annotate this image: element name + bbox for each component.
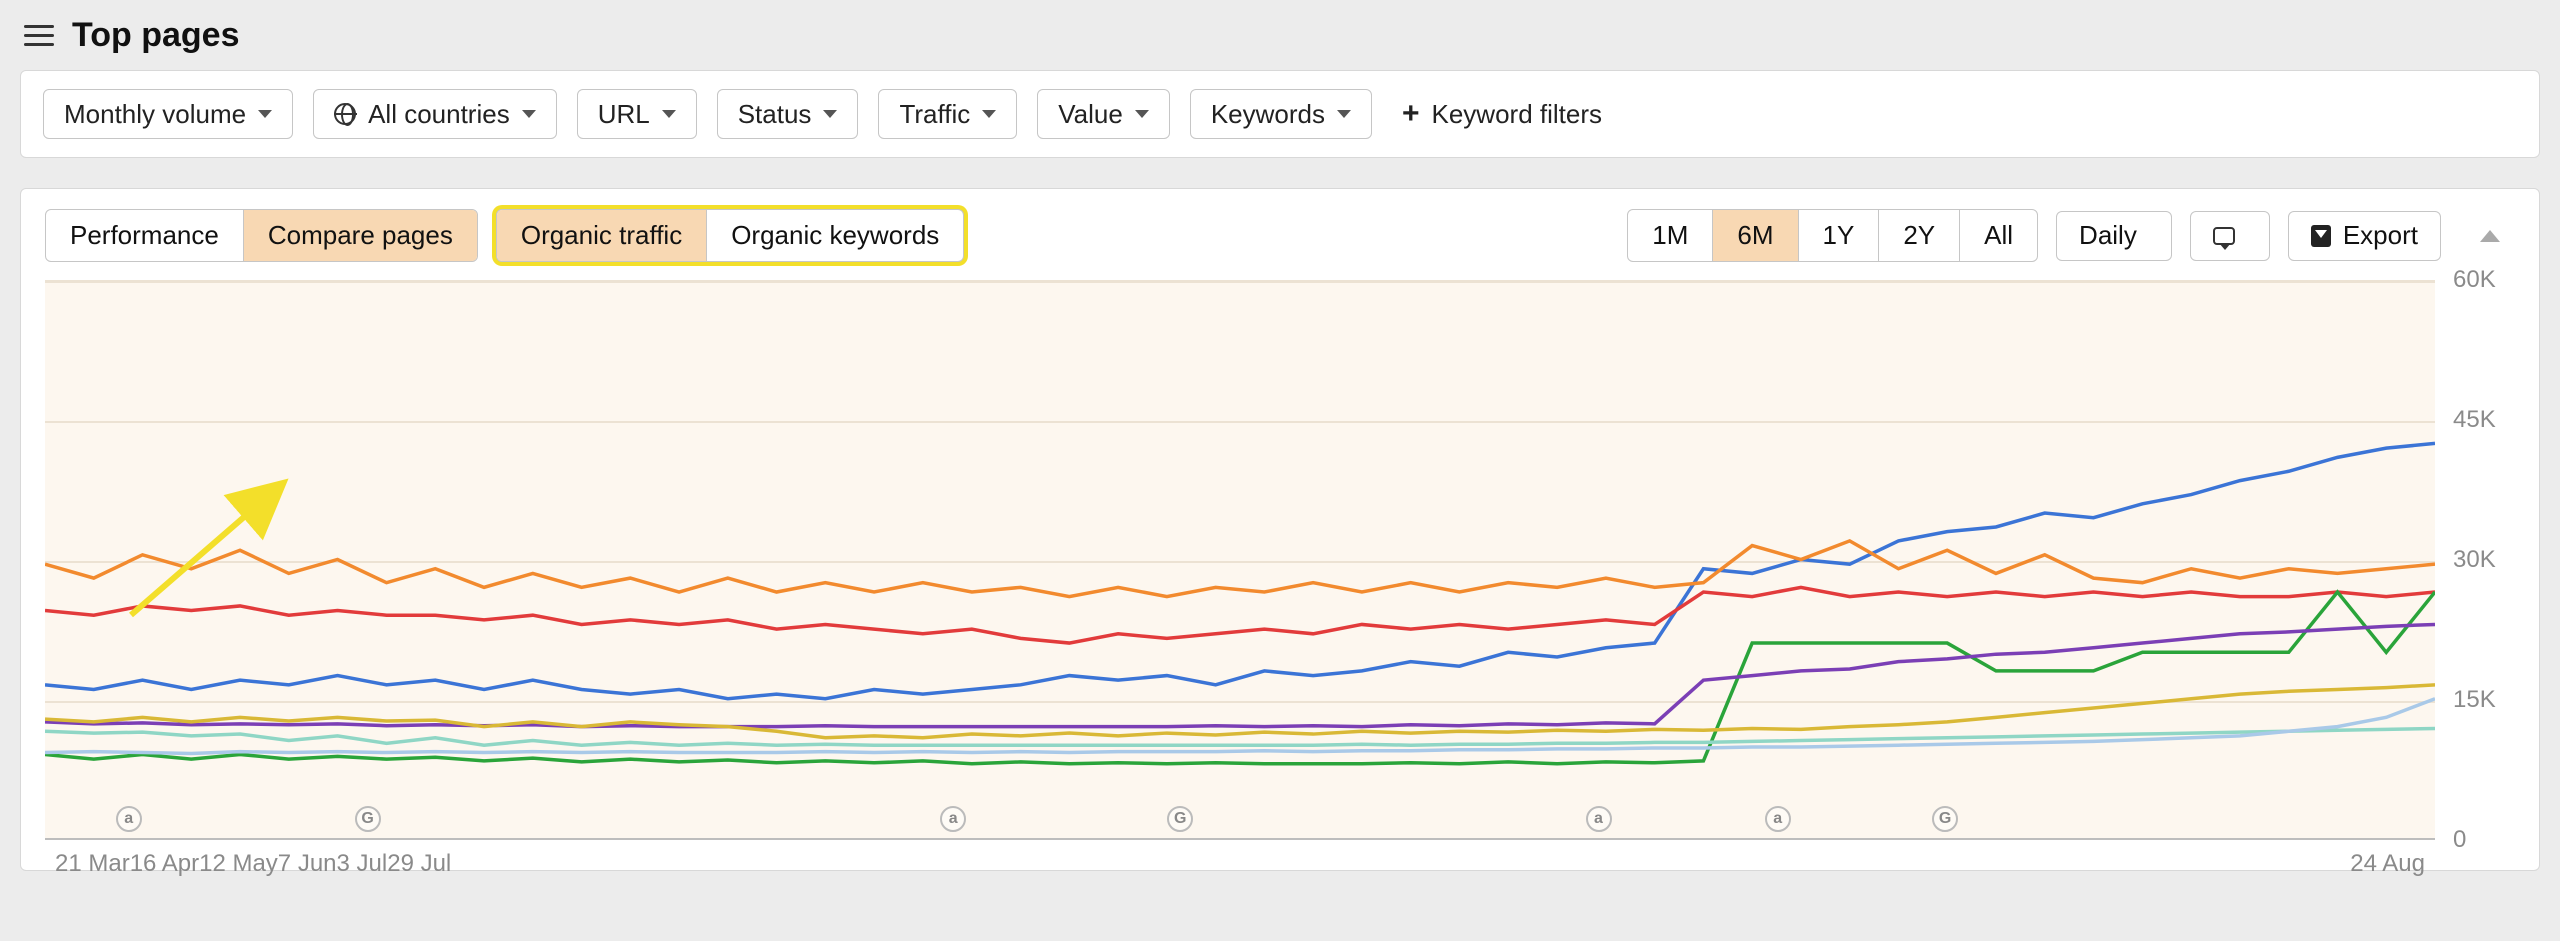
x-tick-label: 24 Aug	[2350, 850, 2425, 878]
country-dropdown[interactable]: All countries	[313, 89, 557, 139]
add-keyword-filters-button[interactable]: + Keyword filters	[1402, 99, 1602, 130]
traffic-dropdown[interactable]: Traffic	[878, 89, 1017, 139]
range-all-label: All	[1984, 220, 2013, 251]
range-6m-label: 6M	[1737, 220, 1773, 251]
ahrefs-update-marker[interactable]: a	[940, 806, 966, 832]
export-button[interactable]: Export	[2288, 211, 2441, 261]
url-dropdown[interactable]: URL	[577, 89, 697, 139]
country-label: All countries	[368, 99, 510, 130]
export-label: Export	[2343, 220, 2418, 251]
x-tick-label: 3 Jul	[337, 850, 388, 878]
chevron-down-icon	[522, 110, 536, 118]
monthly-volume-dropdown[interactable]: Monthly volume	[43, 89, 293, 139]
google-update-marker[interactable]: G	[1167, 806, 1193, 832]
keywords-label: Keywords	[1211, 99, 1325, 130]
url-label: URL	[598, 99, 650, 130]
chevron-down-icon	[823, 110, 837, 118]
chart-line	[45, 587, 2435, 643]
ahrefs-update-marker[interactable]: a	[1586, 806, 1612, 832]
y-tick-label: 30K	[2453, 546, 2496, 574]
traffic-label: Traffic	[899, 99, 970, 130]
granularity-dropdown[interactable]: Daily	[2056, 211, 2172, 261]
x-tick-label: 16 Apr	[130, 850, 199, 878]
plus-icon: +	[1402, 99, 1420, 129]
menu-icon[interactable]	[24, 20, 54, 50]
collapse-chart-button[interactable]	[2465, 211, 2515, 261]
notes-dropdown[interactable]	[2190, 211, 2270, 261]
keywords-dropdown[interactable]: Keywords	[1190, 89, 1372, 139]
google-update-marker[interactable]: G	[1932, 806, 1958, 832]
y-tick-label: 60K	[2453, 266, 2496, 294]
range-2y[interactable]: 2Y	[1879, 210, 1960, 261]
status-dropdown[interactable]: Status	[717, 89, 859, 139]
filters-bar: Monthly volume All countries URL Status …	[20, 70, 2540, 158]
y-tick-label: 0	[2453, 826, 2466, 854]
chart-line	[45, 685, 2435, 738]
y-tick-label: 15K	[2453, 686, 2496, 714]
chevron-down-icon	[1337, 110, 1351, 118]
y-tick-label: 45K	[2453, 406, 2496, 434]
chat-icon	[2213, 227, 2235, 245]
tab-compare-pages[interactable]: Compare pages	[244, 210, 477, 261]
chevron-down-icon	[1135, 110, 1149, 118]
chevron-up-icon	[2480, 230, 2500, 242]
tab-organic-keywords[interactable]: Organic keywords	[707, 210, 963, 261]
range-all[interactable]: All	[1960, 210, 2037, 261]
range-6m[interactable]: 6M	[1713, 210, 1798, 261]
value-dropdown[interactable]: Value	[1037, 89, 1170, 139]
monthly-volume-label: Monthly volume	[64, 99, 246, 130]
y-axis: 015K30K45K60K	[2435, 280, 2515, 870]
range-1y-label: 1Y	[1823, 220, 1855, 251]
range-1m[interactable]: 1M	[1628, 210, 1713, 261]
chart-line	[45, 541, 2435, 597]
chevron-down-icon	[258, 110, 272, 118]
x-tick-label: 7 Jun	[278, 850, 337, 878]
traffic-chart[interactable]: aGaGaaG21 Mar16 Apr12 May7 Jun3 Jul29 Ju…	[45, 280, 2435, 840]
range-2y-label: 2Y	[1903, 220, 1935, 251]
ahrefs-update-marker[interactable]: a	[1765, 806, 1791, 832]
download-icon	[2311, 225, 2331, 247]
tab-organic-traffic-label: Organic traffic	[521, 220, 682, 251]
chart-card: Performance Compare pages Organic traffi…	[20, 188, 2540, 871]
status-label: Status	[738, 99, 812, 130]
page-title: Top pages	[72, 16, 240, 55]
tab-performance[interactable]: Performance	[46, 210, 244, 261]
x-tick-label: 12 May	[199, 850, 278, 878]
metric-segment: Organic traffic Organic keywords	[496, 209, 964, 262]
tab-compare-pages-label: Compare pages	[268, 220, 453, 251]
tab-organic-keywords-label: Organic keywords	[731, 220, 939, 251]
chevron-down-icon	[982, 110, 996, 118]
x-tick-label: 29 Jul	[387, 850, 451, 878]
view-mode-segment: Performance Compare pages	[45, 209, 478, 262]
keyword-filters-label: Keyword filters	[1432, 99, 1603, 130]
date-range-segment: 1M 6M 1Y 2Y All	[1627, 209, 2038, 262]
chevron-down-icon	[662, 110, 676, 118]
tab-performance-label: Performance	[70, 220, 219, 251]
granularity-label: Daily	[2079, 220, 2137, 251]
ahrefs-update-marker[interactable]: a	[116, 806, 142, 832]
google-update-marker[interactable]: G	[355, 806, 381, 832]
range-1m-label: 1M	[1652, 220, 1688, 251]
globe-icon	[334, 103, 356, 125]
x-tick-label: 21 Mar	[55, 850, 130, 878]
tab-organic-traffic[interactable]: Organic traffic	[497, 210, 707, 261]
value-label: Value	[1058, 99, 1123, 130]
range-1y[interactable]: 1Y	[1799, 210, 1880, 261]
